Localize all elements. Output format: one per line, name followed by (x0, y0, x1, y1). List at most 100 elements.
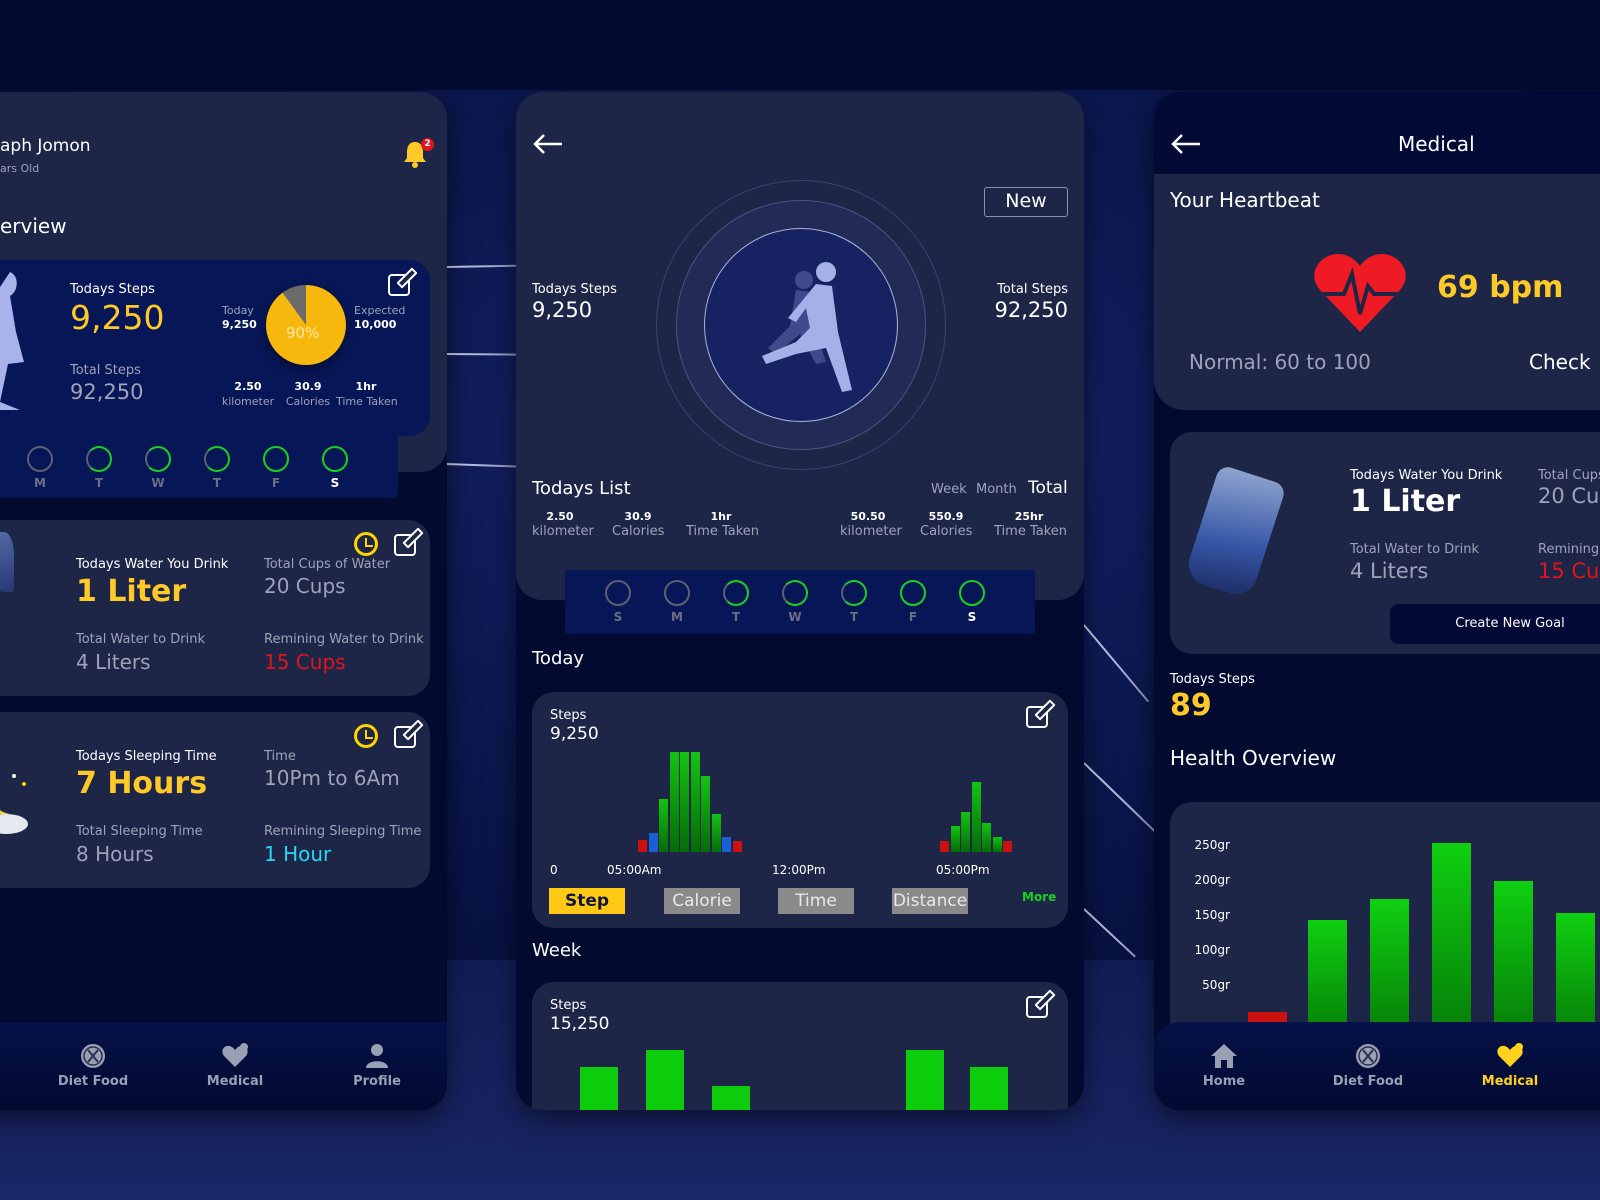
day-label: T (94, 476, 104, 490)
todays-sleep-value: 7 Hours (76, 766, 208, 801)
nav-medical[interactable]: Medical (185, 1042, 285, 1089)
day-progress-ring[interactable] (782, 580, 808, 606)
week-chart-bar (646, 1050, 684, 1110)
day-progress-ring[interactable] (86, 446, 112, 472)
day-label: T (212, 476, 222, 490)
remaining-water-label: Remining W (1538, 542, 1600, 557)
edit-icon[interactable] (394, 726, 416, 748)
user-name: aph Jomon (0, 136, 91, 156)
week-section-title: Week (532, 940, 582, 961)
total-sleep-value: 8 Hours (76, 842, 154, 866)
stat-label: Calories (612, 524, 665, 539)
stat-label: Time Taken (686, 524, 760, 539)
health-overview-title: Health Overview (1170, 746, 1337, 770)
health-chart-bar (1370, 898, 1409, 1042)
x-tick-label: 05:00Am (607, 863, 662, 877)
day-progress-ring[interactable] (959, 580, 985, 606)
stat-label: kilometer (840, 524, 902, 539)
bpm-value: 69 bpm (1437, 270, 1564, 305)
new-button[interactable]: New (984, 187, 1068, 217)
day-label: F (271, 476, 281, 490)
sleep-time-value: 10Pm to 6Am (264, 766, 400, 790)
stat-label: Calories (285, 395, 331, 408)
filter-week[interactable]: Week (931, 482, 967, 497)
check-button[interactable]: Check (1529, 350, 1591, 374)
day-progress-ring[interactable] (322, 446, 348, 472)
water-card[interactable]: Todays Water You Drink 1 Liter Total Cup… (0, 520, 430, 696)
total-water-label: Total Water to Drink (76, 632, 205, 647)
arrow-left-icon (1171, 134, 1200, 154)
filter-total[interactable]: Total (1028, 478, 1068, 498)
y-tick-label: 50gr (1202, 978, 1230, 992)
week-day-strip: MTWTFS (0, 436, 398, 498)
expected-label: Expected (354, 304, 406, 317)
heartbeat-icon (1314, 254, 1406, 332)
total-cups-value: 20 Cups (264, 574, 346, 598)
nav-profile[interactable]: Profile (327, 1042, 427, 1089)
nav-home[interactable]: Home (1174, 1042, 1274, 1089)
alarm-icon[interactable] (354, 724, 378, 748)
today-chart-card: Steps 9,250 0 05:00Am 12:00Pm 05:00Pm St… (532, 692, 1068, 928)
day-progress-ring[interactable] (263, 446, 289, 472)
diet-food-icon (1356, 1044, 1380, 1068)
more-link[interactable]: More (1022, 890, 1056, 904)
create-goal-button[interactable]: Create New Goal (1390, 604, 1600, 644)
total-sleep-label: Total Sleeping Time (76, 824, 203, 839)
day-label: T (849, 610, 859, 624)
today-chart-bar (722, 837, 731, 852)
day-progress-ring[interactable] (605, 580, 631, 606)
remaining-sleep-label: Remining Sleeping Time (264, 824, 422, 839)
nav-medical[interactable]: Medical (1460, 1042, 1560, 1089)
today-chart-bar (971, 782, 981, 852)
remaining-water-value: 15 Cup (1538, 559, 1600, 583)
remaining-sleep-value: 1 Hour (264, 842, 332, 866)
tab-step[interactable]: Step (549, 888, 625, 914)
notification-button[interactable]: 2 (402, 138, 434, 170)
tab-time[interactable]: Time (778, 888, 854, 914)
todays-steps-value: 9,250 (70, 298, 165, 337)
today-chart-bar (961, 812, 970, 852)
day-progress-ring[interactable] (841, 580, 867, 606)
overview-title: erview (0, 214, 67, 238)
nav-diet-food[interactable]: Diet Food (1318, 1042, 1418, 1089)
day-progress-ring[interactable] (900, 580, 926, 606)
steps-card[interactable]: Todays Steps 9,250 Total Steps 92,250 To… (0, 260, 430, 436)
todays-steps-value: 9,250 (532, 298, 593, 322)
tab-distance[interactable]: Distance (892, 888, 968, 914)
back-button[interactable] (532, 132, 564, 162)
total-cups-label: Total Cups of Water (264, 557, 391, 572)
sleep-time-label: Time (264, 749, 296, 764)
day-progress-ring[interactable] (723, 580, 749, 606)
nav-diet-food[interactable]: Diet Food (43, 1042, 143, 1089)
day-progress-ring[interactable] (27, 446, 53, 472)
water-card[interactable]: Todays Water You Drink 1 Liter Total Cup… (1170, 432, 1600, 654)
day-progress-ring[interactable] (204, 446, 230, 472)
health-chart-bar (1432, 842, 1471, 1042)
alarm-icon[interactable] (354, 532, 378, 556)
health-chart-card: 50gr 100gr 150gr 200gr 250gr (1170, 802, 1600, 1042)
health-chart-bar (1494, 881, 1533, 1042)
user-age: ars Old (0, 162, 40, 175)
edit-icon[interactable] (388, 274, 410, 296)
nav-label: Diet Food (1332, 1074, 1404, 1089)
edit-icon[interactable] (394, 534, 416, 556)
back-button[interactable] (1170, 132, 1202, 160)
day-label: S (967, 610, 977, 624)
today-value: 9,250 (222, 318, 257, 331)
today-bar-chart (532, 692, 1068, 892)
runner-icon (762, 262, 852, 392)
health-bar-chart: 50gr 100gr 150gr 200gr 250gr (1170, 802, 1600, 1042)
tab-calorie[interactable]: Calorie (664, 888, 740, 914)
day-label: M (34, 476, 46, 490)
filter-month[interactable]: Month (976, 482, 1017, 497)
day-progress-ring[interactable] (664, 580, 690, 606)
moon-cloud-icon (0, 762, 28, 834)
day-label: W (151, 476, 165, 490)
total-cups-label: Total Cups (1538, 468, 1600, 483)
week-day-strip: SMTWTFS (565, 570, 1035, 634)
day-progress-ring[interactable] (145, 446, 171, 472)
medical-heart-icon (222, 1043, 248, 1067)
sleep-card[interactable]: Todays Sleeping Time 7 Hours Time 10Pm t… (0, 712, 430, 888)
stat-value: 2.50 (234, 380, 262, 393)
screen-title: Medical (1398, 132, 1475, 156)
